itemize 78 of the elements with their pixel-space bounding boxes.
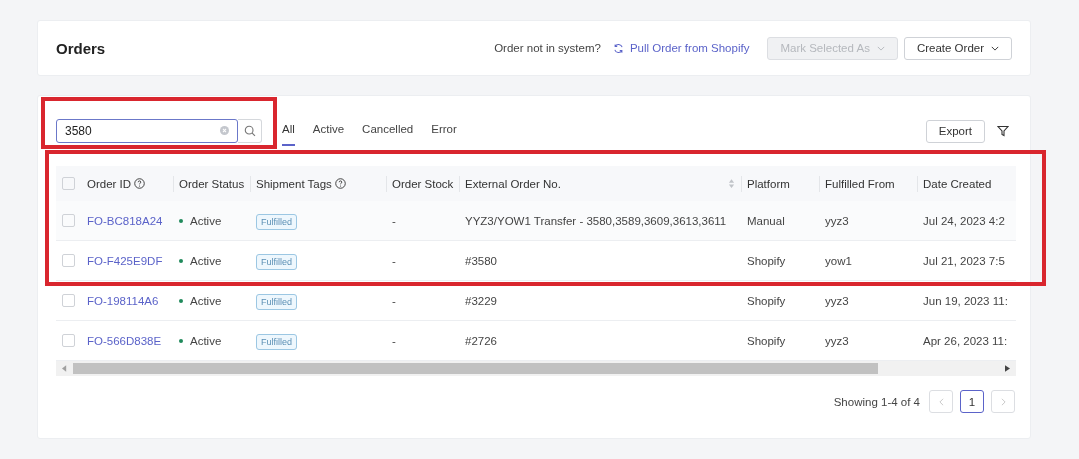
shipment-tag: Fulfilled (256, 293, 297, 310)
table-cell: Shopify (747, 294, 786, 307)
prompt-text: Order not in system? (494, 42, 601, 54)
horizontal-scrollbar[interactable] (56, 361, 1016, 376)
filter-tab[interactable]: Cancelled (362, 112, 414, 146)
table-cell: #3229 (465, 294, 497, 307)
table-cell: yyz3 (825, 214, 849, 227)
row-checkbox[interactable] (62, 254, 75, 268)
previous-page-button[interactable] (929, 390, 953, 413)
chevron-down-icon (991, 45, 999, 51)
order-status: Active (190, 334, 222, 347)
table-cell: - (392, 254, 396, 267)
clear-icon[interactable] (220, 126, 229, 135)
column-header: Order Stock (386, 166, 459, 201)
table-cell: - (392, 334, 396, 347)
table-cell: Manual (747, 214, 785, 227)
status-dot (179, 218, 183, 223)
column-header: Order ID (81, 166, 173, 201)
status-dot (179, 298, 183, 303)
table-cell: Jun 19, 2023 11: (923, 294, 1008, 307)
column-header: External Order No. (459, 166, 741, 201)
order-status: Active (190, 254, 222, 267)
export-button[interactable]: Export (925, 119, 985, 143)
filter-tab[interactable]: All (282, 112, 295, 146)
chevron-left-icon (938, 397, 944, 406)
order-id-link[interactable]: FO-198114A6 (87, 294, 159, 307)
table-cell: yyz3 (825, 334, 849, 347)
chevron-down-icon (876, 45, 885, 51)
row-checkbox[interactable] (62, 214, 75, 228)
search-field[interactable]: 3580 (56, 119, 238, 143)
search-icon (243, 125, 256, 137)
next-page-button[interactable] (991, 390, 1015, 413)
column-header: Platform (741, 166, 819, 201)
table-cell: Shopify (747, 334, 786, 347)
chevron-right-icon (1000, 397, 1006, 406)
shipment-tag: Fulfilled (256, 213, 297, 230)
table-cell: Jul 24, 2023 4:2 (923, 214, 1005, 227)
filter-icon[interactable] (997, 125, 1009, 137)
page-title: Orders (56, 39, 106, 57)
column-header: Fulfilled From (819, 166, 917, 201)
column-header: Order Status (173, 166, 250, 201)
column-header: Shipment Tags (250, 166, 386, 201)
order-status: Active (190, 214, 222, 227)
order-id-link[interactable]: FO-566D838E (87, 334, 162, 347)
status-dot (179, 258, 183, 263)
page-button[interactable]: 1 (960, 390, 984, 413)
table-cell: Shopify (747, 254, 786, 267)
table-cell: - (392, 214, 396, 227)
scrollbar-thumb[interactable] (73, 363, 878, 374)
help-icon (134, 178, 146, 189)
table-cell: yyz3 (825, 294, 849, 307)
sort-icon[interactable] (728, 178, 735, 189)
pagination-summary: Showing 1-4 of 4 (833, 395, 920, 408)
order-id-link[interactable]: FO-F425E9DF (87, 254, 163, 267)
filter-tab[interactable]: Error (431, 112, 457, 146)
table-cell: #2726 (465, 334, 497, 347)
table-cell: YYZ3/YOW1 Transfer - 3580,3589,3609,3613,3611 (465, 214, 727, 227)
search-button[interactable] (238, 119, 262, 143)
scroll-right-icon[interactable] (1005, 365, 1010, 372)
row-checkbox[interactable] (62, 334, 75, 348)
pull-order-link[interactable]: Pull Order from Shopify (612, 42, 750, 54)
row-checkbox[interactable] (62, 294, 75, 308)
filter-tab[interactable]: Active (312, 112, 345, 146)
scroll-left-icon[interactable] (62, 365, 67, 372)
table-cell: - (392, 294, 396, 307)
column-header: Date Created (917, 166, 1016, 201)
shipment-tag: Fulfilled (256, 333, 297, 350)
help-icon (334, 178, 346, 189)
status-dot (179, 338, 183, 343)
table-cell: #3580 (465, 254, 497, 267)
select-all-checkbox[interactable] (62, 177, 75, 191)
create-order-button[interactable]: Create Order (903, 36, 1012, 60)
order-status: Active (190, 294, 222, 307)
refresh-icon (612, 42, 624, 54)
table-cell: yow1 (825, 254, 852, 267)
table-cell: Apr 26, 2023 11: (923, 334, 1008, 347)
table-cell: Jul 21, 2023 7:5 (923, 254, 1005, 267)
shipment-tag: Fulfilled (256, 253, 297, 270)
